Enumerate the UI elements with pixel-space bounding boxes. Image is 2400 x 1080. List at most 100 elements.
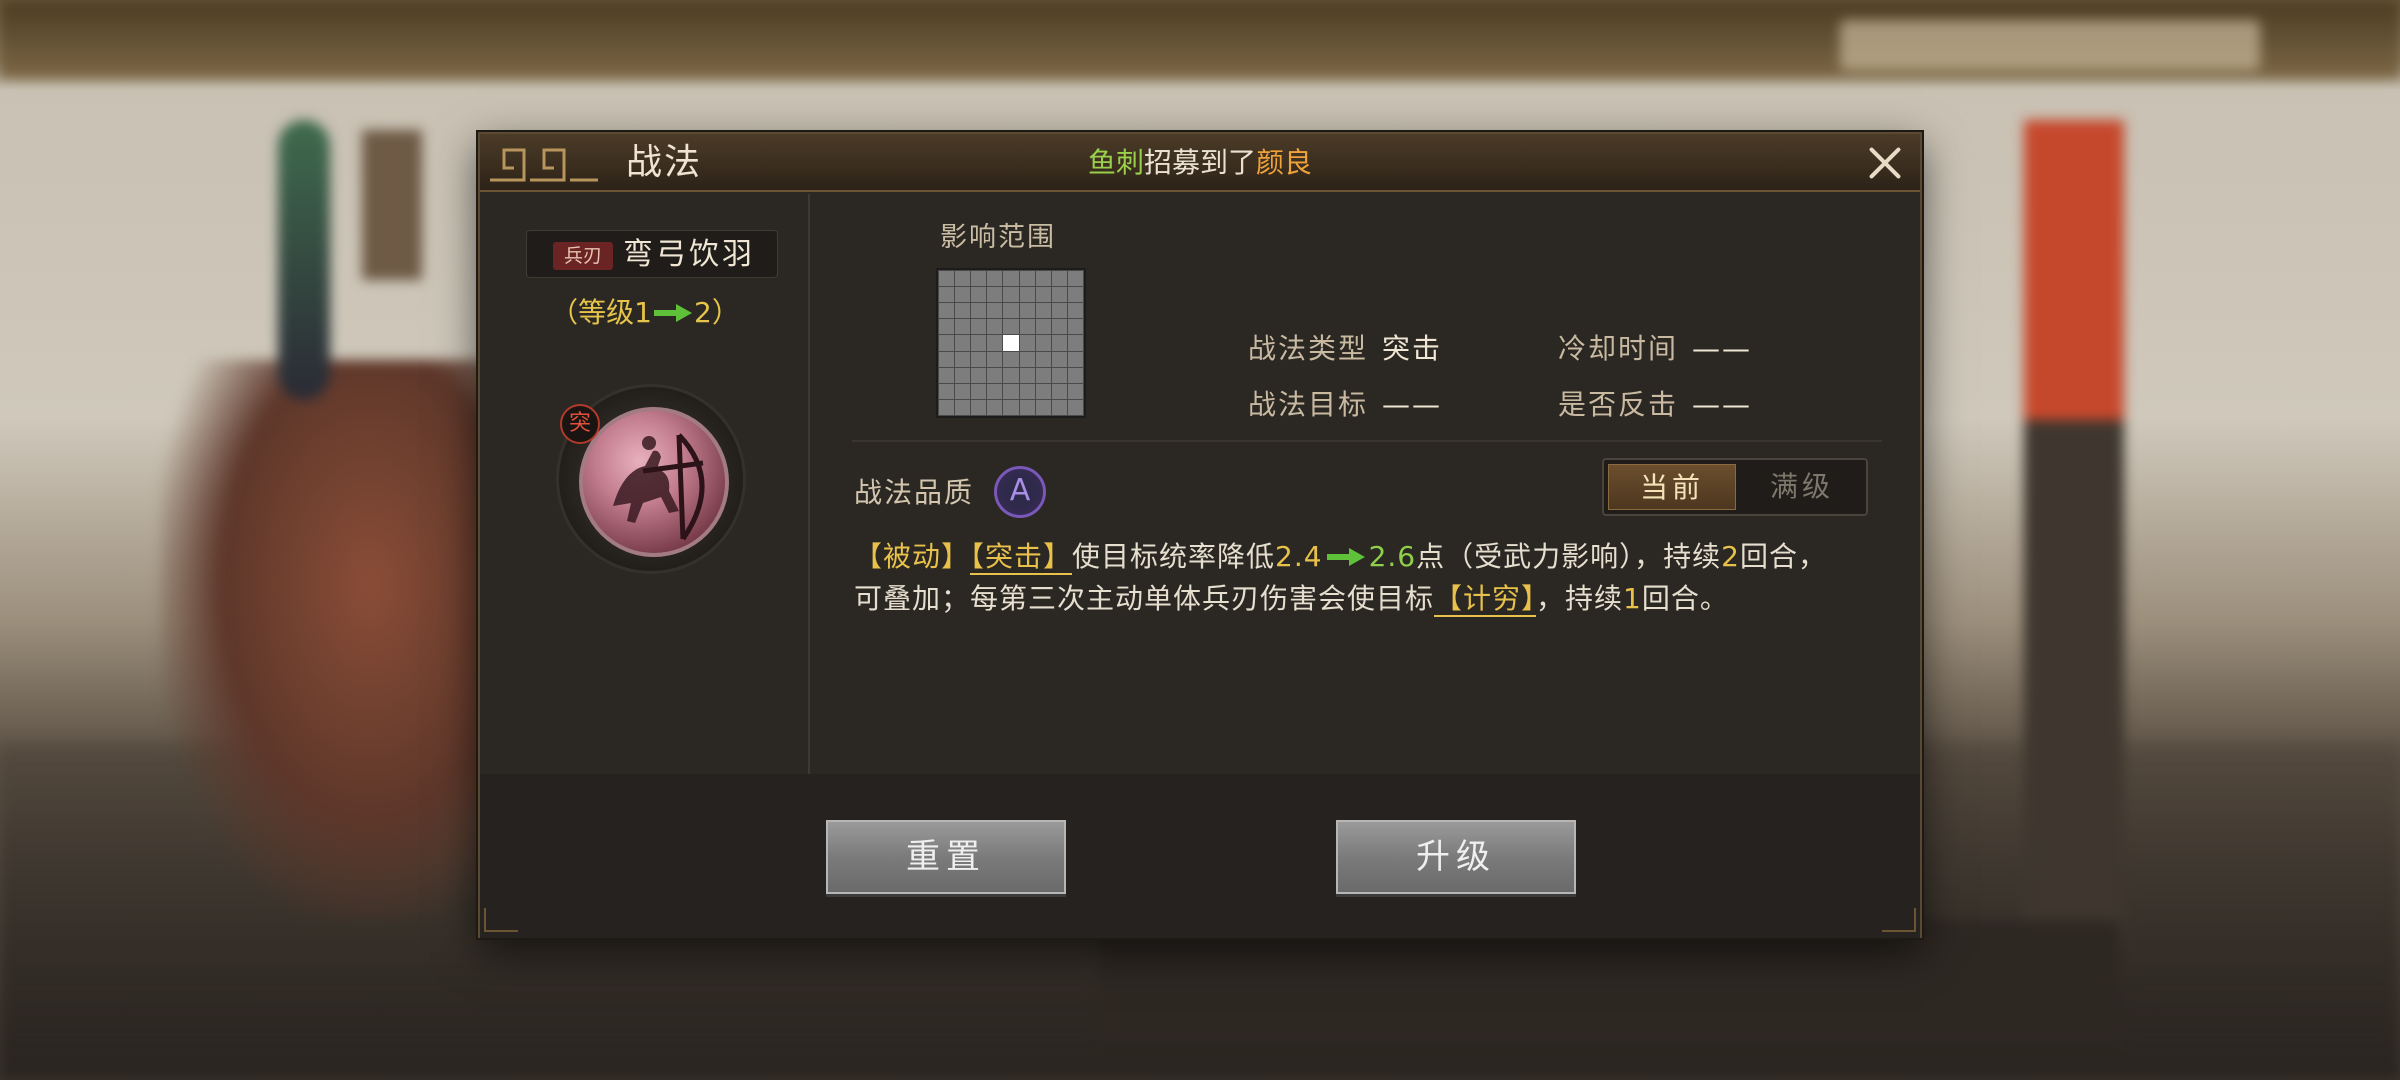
attr-target-value: ——	[1382, 388, 1443, 421]
attr-type: 战法类型 突击	[1248, 332, 1442, 366]
range-cell	[1035, 319, 1051, 335]
range-cell	[1067, 303, 1083, 319]
desc-text3: 回合，	[1739, 540, 1827, 573]
range-cell	[1019, 335, 1035, 351]
toggle-current[interactable]: 当前	[1608, 464, 1736, 510]
reset-button[interactable]: 重置	[826, 820, 1066, 894]
desc-text4: 可叠加；每第三次主动单体兵刃伤害会使目标	[854, 582, 1435, 615]
range-cell	[1003, 287, 1019, 303]
dialog-titlebar: 战法 鱼刺招募到了颜良	[480, 134, 1920, 192]
level-arrow-icon	[654, 304, 692, 322]
archer-cavalry-icon	[579, 407, 729, 557]
range-cell	[955, 271, 971, 287]
range-cell	[1067, 335, 1083, 351]
quality-badge: A	[994, 466, 1046, 518]
range-cell	[1003, 383, 1019, 399]
range-cell	[939, 383, 955, 399]
range-cell	[1051, 287, 1067, 303]
range-cell	[1035, 351, 1051, 367]
attr-type-value: 突击	[1382, 332, 1443, 365]
range-cell	[955, 319, 971, 335]
level-suffix: ）	[711, 296, 740, 329]
attr-target: 战法目标 ——	[1248, 388, 1442, 422]
range-cell	[955, 367, 971, 383]
range-cell	[1019, 319, 1035, 335]
close-button[interactable]	[1866, 144, 1904, 182]
range-cell	[1035, 303, 1051, 319]
detail-divider	[852, 440, 1882, 442]
desc-text5: ，持续	[1536, 582, 1624, 615]
desc-turns1: 2	[1721, 540, 1740, 573]
range-cell	[1051, 383, 1067, 399]
range-cell	[1067, 351, 1083, 367]
desc-tag-exhausted[interactable]: 【计穷】	[1434, 582, 1537, 617]
range-cell	[955, 383, 971, 399]
range-cell	[939, 287, 955, 303]
range-cell	[1051, 335, 1067, 351]
level-toggle: 当前 满级	[1602, 458, 1868, 516]
range-cell-center	[1003, 335, 1019, 351]
skill-type-tag: 兵刃	[553, 242, 613, 270]
desc-value-to: 2.6	[1368, 540, 1417, 573]
range-cell	[1019, 383, 1035, 399]
range-cell	[987, 271, 1003, 287]
range-cell	[1067, 367, 1083, 383]
attr-cooldown: 冷却时间 ——	[1558, 332, 1752, 366]
range-cell	[1035, 383, 1051, 399]
range-cell	[971, 383, 987, 399]
range-cell	[1003, 399, 1019, 415]
skill-level: （等级1 2）	[480, 296, 810, 330]
range-cell	[1035, 367, 1051, 383]
range-cell	[1067, 399, 1083, 415]
range-cell	[1003, 319, 1019, 335]
range-cell	[1019, 351, 1035, 367]
range-grid	[936, 268, 1086, 418]
desc-value-from: 2.4	[1275, 540, 1323, 573]
desc-arrow-icon	[1326, 548, 1365, 566]
range-cell	[971, 351, 987, 367]
skill-name-box: 兵刃 弯弓饮羽	[526, 230, 778, 278]
upgrade-button[interactable]: 升级	[1336, 820, 1576, 894]
level-from: 1	[634, 296, 652, 329]
range-cell	[1019, 399, 1035, 415]
range-cell	[971, 319, 987, 335]
range-cell	[971, 367, 987, 383]
range-cell	[1003, 367, 1019, 383]
range-cell	[1019, 367, 1035, 383]
bg-brown-pillar	[362, 130, 422, 280]
skill-description: 【被动】【突击】使目标统率降低2.4 2.6点（受武力影响），持续2回合， 可叠加；…	[854, 536, 1884, 620]
recruit-notice: 鱼刺招募到了颜良	[480, 146, 1920, 180]
range-cell	[1003, 271, 1019, 287]
attr-type-label: 战法类型	[1248, 332, 1369, 365]
range-cell	[939, 271, 955, 287]
range-title: 影响范围	[940, 222, 1056, 253]
range-cell	[1003, 303, 1019, 319]
desc-turns2: 1	[1623, 582, 1642, 615]
skill-name: 弯弓饮羽	[623, 237, 755, 272]
notice-action: 招募到了	[1143, 146, 1256, 179]
range-cell	[987, 303, 1003, 319]
range-cell	[987, 335, 1003, 351]
desc-text1: 使目标统率降低	[1072, 540, 1276, 573]
range-cell	[971, 399, 987, 415]
bg-bottom-strip	[1100, 920, 2120, 1040]
range-cell	[1067, 271, 1083, 287]
range-cell	[955, 351, 971, 367]
range-cell	[955, 287, 971, 303]
corner-ornament-right	[1882, 908, 1916, 932]
range-cell	[1051, 367, 1067, 383]
attr-target-label: 战法目标	[1248, 388, 1369, 421]
range-cell	[955, 303, 971, 319]
range-cell	[1003, 351, 1019, 367]
attr-counter-label: 是否反击	[1558, 388, 1679, 421]
range-cell	[1051, 319, 1067, 335]
range-cell	[987, 319, 1003, 335]
desc-text2: 点（受武力影响），持续	[1416, 540, 1722, 573]
desc-tag-assault[interactable]: 【突击】	[970, 540, 1073, 575]
toggle-max-level[interactable]: 满级	[1738, 464, 1866, 510]
range-cell	[987, 399, 1003, 415]
desc-text6: 回合。	[1641, 582, 1729, 615]
range-cell	[987, 287, 1003, 303]
bg-dark-panel	[2024, 420, 2124, 940]
notice-general: 颜良	[1256, 146, 1313, 179]
